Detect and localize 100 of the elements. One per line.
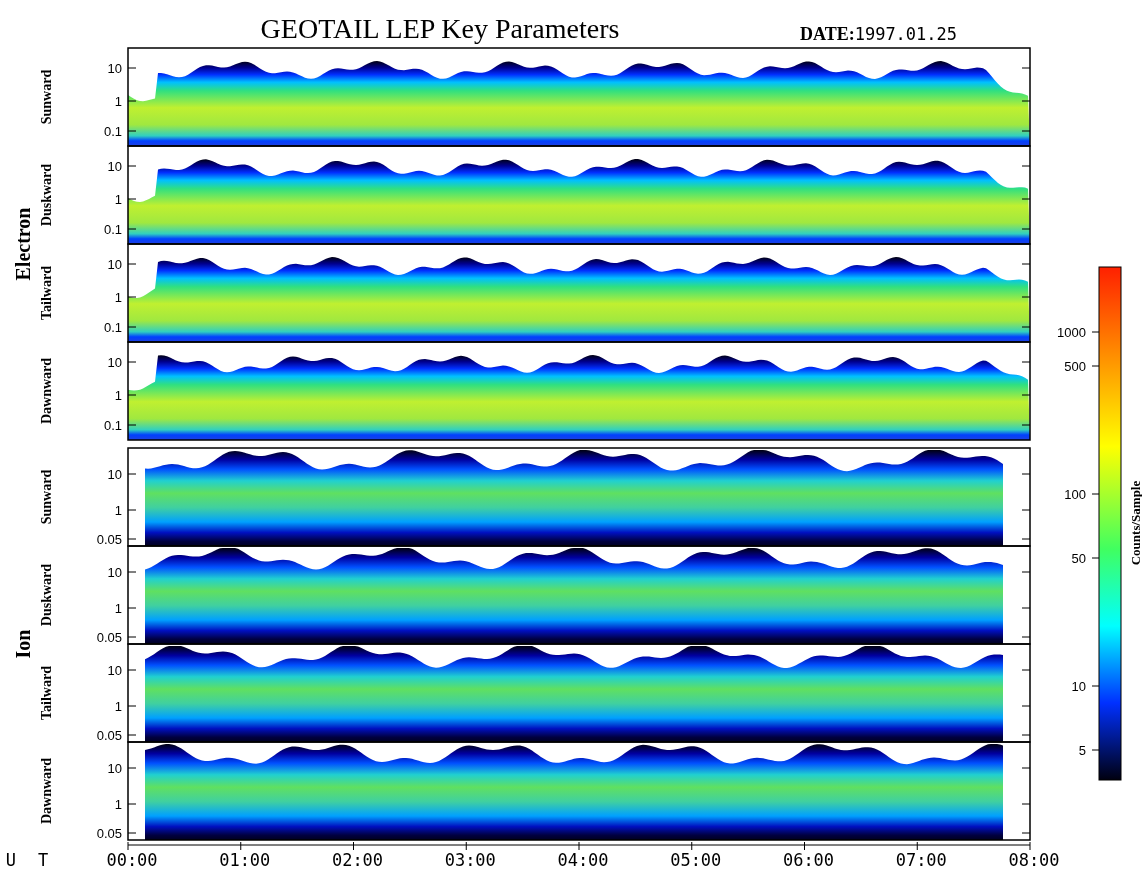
x-tick-label: 03:00 xyxy=(444,850,496,870)
x-tick-label: 02:00 xyxy=(331,850,384,870)
tick-mark xyxy=(127,832,137,834)
tick-mark xyxy=(127,669,137,671)
tick-mark xyxy=(127,636,137,638)
y-tick-label: 0.1 xyxy=(103,124,122,139)
tick-mark xyxy=(1021,100,1031,102)
tick-mark xyxy=(1021,228,1031,230)
tick-mark xyxy=(1021,130,1031,132)
tick-mark xyxy=(1091,365,1100,367)
y-tick-label: 10 xyxy=(107,663,122,678)
y-tick-label: 10 xyxy=(107,467,122,482)
tick-mark xyxy=(1021,263,1031,265)
y-tick-label: 10 xyxy=(107,61,122,76)
y-tick-label: 10 xyxy=(107,761,122,776)
colorbar-label: Counts/Sample xyxy=(1128,480,1142,566)
colorbar-tick-label: 50 xyxy=(1071,551,1086,566)
tick-mark xyxy=(1021,424,1031,426)
tick-mark xyxy=(1021,538,1031,540)
x-tick-label: 05:00 xyxy=(670,850,722,870)
panel-label: Tailward xyxy=(39,266,54,320)
panel-label: Dawnward xyxy=(39,357,54,425)
tick-mark xyxy=(127,767,137,769)
group-label: Electron xyxy=(12,207,34,281)
y-tick-label: 10 xyxy=(107,565,122,580)
tick-mark xyxy=(1021,296,1031,298)
tick-mark xyxy=(127,228,137,230)
colorbar-tick-label: 10 xyxy=(1071,679,1086,694)
tick-mark xyxy=(127,734,137,736)
y-tick-label: 1 xyxy=(114,94,122,109)
y-tick-label: 1 xyxy=(114,192,122,207)
colorbar-tick-label: 1000 xyxy=(1057,325,1086,340)
panel-label: Sunward xyxy=(39,69,54,125)
tick-mark xyxy=(1091,331,1100,333)
panel-label: Dawnward xyxy=(39,757,54,825)
tick-mark xyxy=(1021,803,1031,805)
tick-mark xyxy=(127,538,137,540)
tick-mark xyxy=(1021,361,1031,363)
group-label: Ion xyxy=(12,629,34,659)
tick-mark xyxy=(1021,607,1031,609)
y-tick-label: 10 xyxy=(107,159,122,174)
tick-mark xyxy=(127,100,137,102)
tick-mark xyxy=(127,67,137,69)
x-axis-label: U T xyxy=(5,850,55,870)
colorbar-tick-label: 100 xyxy=(1064,487,1086,502)
y-tick-label: 1 xyxy=(114,797,122,812)
y-tick-label: 1 xyxy=(114,601,122,616)
x-tick-label: 04:00 xyxy=(557,850,609,870)
y-tick-label: 1 xyxy=(114,503,122,518)
y-tick-label: 0.05 xyxy=(96,630,122,645)
tick-mark xyxy=(127,263,137,265)
tick-mark xyxy=(127,803,137,805)
tick-mark xyxy=(127,509,137,511)
tick-mark xyxy=(1021,198,1031,200)
y-tick-label: 1 xyxy=(114,699,122,714)
y-tick-label: 0.05 xyxy=(96,532,122,547)
tick-mark xyxy=(127,607,137,609)
x-tick-label: 06:00 xyxy=(782,850,835,870)
tick-mark xyxy=(1021,636,1031,638)
y-tick-label: 0.05 xyxy=(96,728,122,743)
tick-mark xyxy=(1091,685,1100,687)
y-tick-label: 1 xyxy=(114,290,122,305)
tick-mark xyxy=(1091,493,1100,495)
x-tick-label: 00:00 xyxy=(106,850,158,870)
x-tick-label: 08:00 xyxy=(1008,850,1060,870)
tick-mark xyxy=(1021,326,1031,328)
tick-mark xyxy=(1091,557,1100,559)
panel-label: Duskward xyxy=(39,563,54,627)
colorbar-tick-label: 500 xyxy=(1064,359,1086,374)
date-label: DATE:1997.01.25 xyxy=(800,24,958,44)
tick-mark xyxy=(127,198,137,200)
y-tick-label: 0.1 xyxy=(103,418,122,433)
tick-mark xyxy=(1021,509,1031,511)
tick-mark xyxy=(1021,767,1031,769)
y-tick-label: 0.1 xyxy=(103,320,122,335)
tick-mark xyxy=(1021,705,1031,707)
y-tick-label: 0.1 xyxy=(103,222,122,237)
y-tick-label: 1 xyxy=(114,388,122,403)
tick-mark xyxy=(127,424,137,426)
panel-label: Sunward xyxy=(39,469,54,525)
tick-mark xyxy=(1021,669,1031,671)
x-tick-label: 01:00 xyxy=(219,850,271,870)
y-tick-label: 10 xyxy=(107,355,122,370)
tick-mark xyxy=(1021,473,1031,475)
y-tick-label: 0.05 xyxy=(96,826,122,841)
tick-mark xyxy=(127,296,137,298)
panel-label: Tailward xyxy=(39,666,54,720)
tick-mark xyxy=(1021,165,1031,167)
tick-mark xyxy=(127,361,137,363)
tick-mark xyxy=(127,394,137,396)
tick-mark xyxy=(127,326,137,328)
x-tick-label: 07:00 xyxy=(895,850,947,870)
tick-mark xyxy=(127,571,137,573)
tick-mark xyxy=(1021,734,1031,736)
colorbar-tick-label: 5 xyxy=(1078,743,1086,758)
tick-mark xyxy=(1021,394,1031,396)
tick-mark xyxy=(1021,832,1031,834)
tick-mark xyxy=(127,130,137,132)
tick-mark xyxy=(127,705,137,707)
y-tick-label: 10 xyxy=(107,257,122,272)
